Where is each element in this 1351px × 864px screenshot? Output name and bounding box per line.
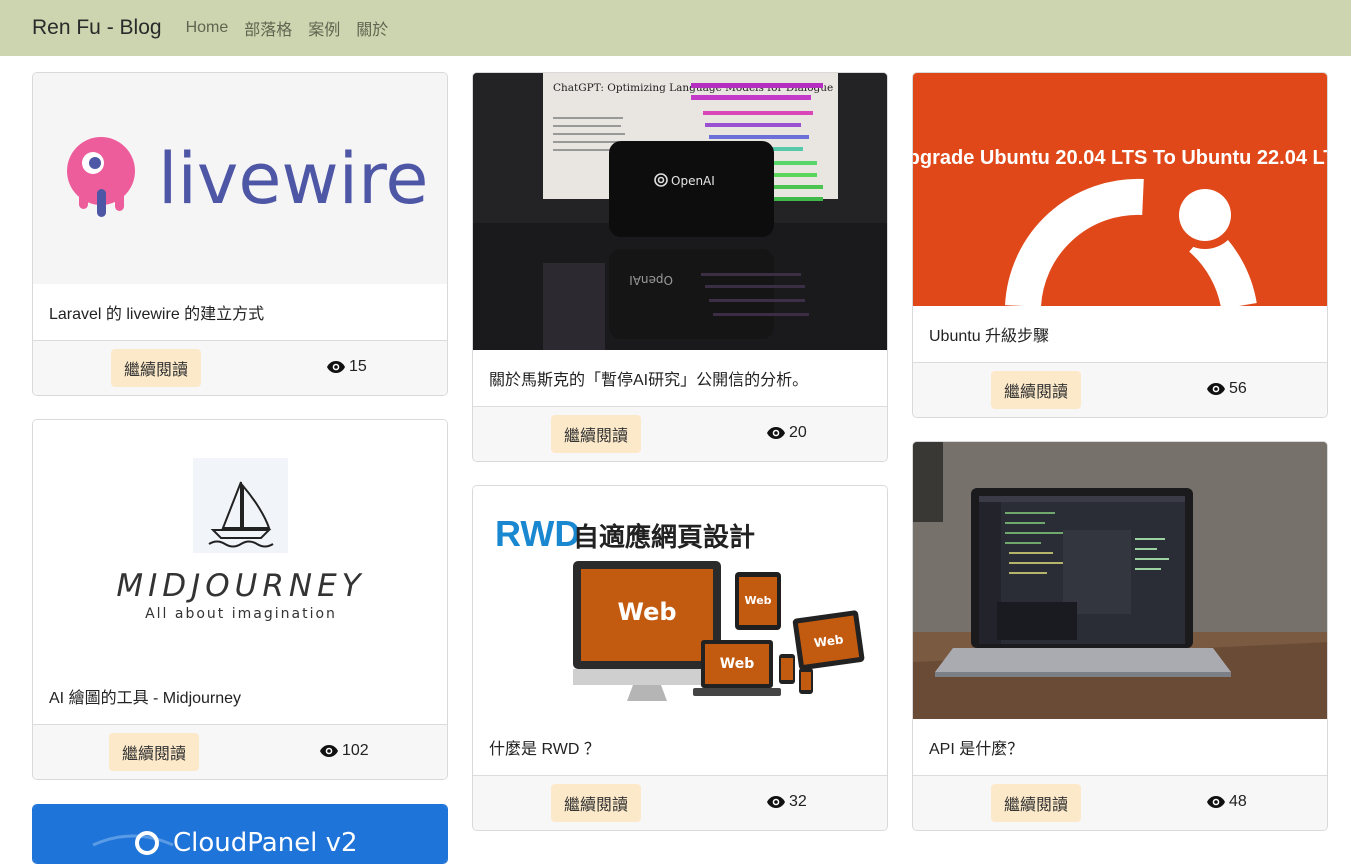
- eye-icon: [767, 796, 785, 808]
- ubuntu-logo-icon: [1005, 178, 1257, 306]
- post-title[interactable]: API 是什麼？: [929, 735, 1023, 759]
- view-count-value: 56: [1229, 380, 1247, 397]
- navbar: Ren Fu - Blog Home 部落格 案例 關於: [0, 0, 1351, 56]
- eye-icon: [327, 361, 345, 373]
- openai-reflection: OpenAI: [629, 273, 673, 287]
- view-count: 56: [1207, 380, 1247, 398]
- rwd-subtitle: 自適應網頁設計: [573, 522, 755, 553]
- svg-text:Web: Web: [617, 598, 676, 626]
- ubuntu-banner-text: Upgrade Ubuntu 20.04 LTS To Ubuntu 22.04…: [913, 147, 1327, 169]
- svg-text:Web: Web: [720, 656, 754, 672]
- view-count-value: 15: [349, 358, 367, 375]
- read-more-button[interactable]: 繼續閱讀: [551, 784, 641, 822]
- card-footer: 繼續閱讀 48: [913, 775, 1327, 830]
- eye-icon: [1207, 383, 1225, 395]
- view-count-value: 48: [1229, 793, 1247, 810]
- midjourney-wordmark: MIDJOURNEY: [116, 568, 365, 604]
- tablet-tilted-icon: Web: [792, 610, 865, 671]
- post-image-openai[interactable]: ChatGPT: Optimizing Language Models for …: [473, 73, 887, 350]
- post-title[interactable]: 什麼是 RWD ？: [489, 735, 600, 759]
- eye-icon: [320, 745, 338, 757]
- svg-text:Web: Web: [744, 594, 771, 607]
- post-image-api[interactable]: [913, 442, 1327, 719]
- nav-about[interactable]: 關於: [356, 16, 388, 40]
- nav-home[interactable]: Home: [186, 19, 229, 37]
- card-footer: 繼續閱讀 20: [473, 406, 887, 461]
- read-more-button[interactable]: 繼續閱讀: [111, 349, 201, 387]
- view-count: 102: [320, 742, 369, 760]
- livewire-wordmark: livewire: [158, 138, 428, 220]
- view-count: 48: [1207, 793, 1247, 811]
- read-more-button[interactable]: 繼續閱讀: [991, 784, 1081, 822]
- brand-title[interactable]: Ren Fu - Blog: [32, 16, 162, 40]
- view-count: 32: [767, 793, 807, 811]
- midjourney-tagline: All about imagination: [145, 606, 337, 622]
- post-title[interactable]: 關於馬斯克的「暫停AI研究」公開信的分析。: [489, 366, 808, 390]
- view-count-value: 102: [342, 742, 369, 759]
- view-count-value: 20: [789, 424, 807, 441]
- post-title[interactable]: AI 繪圖的工具 - Midjourney: [49, 684, 241, 708]
- read-more-button[interactable]: 繼續閱讀: [991, 371, 1081, 409]
- post-image-livewire[interactable]: livewire: [33, 73, 447, 284]
- livewire-logo-icon: [67, 137, 135, 217]
- laptop-photo-icon: [935, 488, 1231, 677]
- post-card-midjourney: MIDJOURNEY All about imagination AI 繪圖的工…: [32, 419, 448, 780]
- view-count: 15: [327, 358, 367, 376]
- tablet-icon: Web: [735, 572, 781, 630]
- card-footer: 繼續閱讀 32: [473, 775, 887, 830]
- post-card-livewire: livewire Laravel 的 livewire 的建立方式 繼續閱讀 1…: [32, 72, 448, 396]
- card-footer: 繼續閱讀 102: [33, 724, 447, 779]
- nav-blog[interactable]: 部落格: [244, 16, 292, 40]
- view-count: 20: [767, 424, 807, 442]
- openai-label: OpenAI: [671, 174, 715, 188]
- cloudpanel-wordmark: CloudPanel v2: [173, 828, 358, 858]
- nav-cases[interactable]: 案例: [308, 16, 340, 40]
- post-card-rwd: RWD 自適應網頁設計 Web Web Web Web 什麼是 RWD ？ 繼續…: [472, 485, 888, 831]
- read-more-button[interactable]: 繼續閱讀: [551, 415, 641, 453]
- post-image-cloudpanel[interactable]: CloudPanel v2: [33, 805, 447, 863]
- post-card-openai: ChatGPT: Optimizing Language Models for …: [472, 72, 888, 462]
- post-image-midjourney[interactable]: MIDJOURNEY All about imagination: [33, 420, 447, 668]
- rwd-wordmark: RWD: [495, 513, 580, 554]
- post-title[interactable]: Ubuntu 升級步驟: [929, 322, 1049, 346]
- read-more-button[interactable]: 繼續閱讀: [109, 733, 199, 771]
- post-title[interactable]: Laravel 的 livewire 的建立方式: [49, 300, 264, 324]
- card-footer: 繼續閱讀 15: [33, 340, 447, 395]
- post-card-api: API 是什麼？ 繼續閱讀 48: [912, 441, 1328, 831]
- laptop-icon: Web: [693, 640, 781, 696]
- post-image-rwd[interactable]: RWD 自適應網頁設計 Web Web Web Web: [473, 486, 887, 719]
- eye-icon: [1207, 796, 1225, 808]
- view-count-value: 32: [789, 793, 807, 810]
- monitor-icon: Web: [573, 561, 721, 701]
- post-image-ubuntu[interactable]: Upgrade Ubuntu 20.04 LTS To Ubuntu 22.04…: [913, 73, 1327, 306]
- post-card-ubuntu: Upgrade Ubuntu 20.04 LTS To Ubuntu 22.04…: [912, 72, 1328, 418]
- eye-icon: [767, 427, 785, 439]
- card-footer: 繼續閱讀 56: [913, 362, 1327, 417]
- post-card-cloudpanel: CloudPanel v2: [32, 804, 448, 864]
